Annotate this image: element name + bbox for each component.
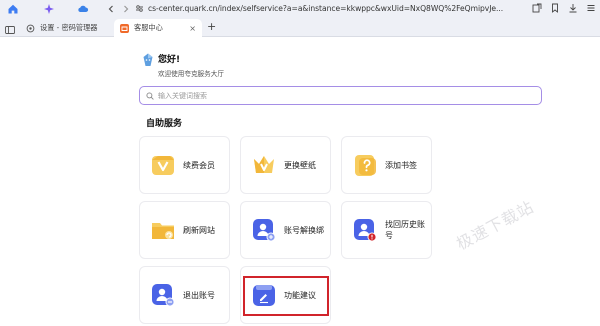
download-icon[interactable] xyxy=(567,2,578,13)
watermark: 极速下载站 xyxy=(453,196,538,254)
greeting-title: 您好! xyxy=(158,55,181,65)
site-settings-icon[interactable] xyxy=(134,4,144,14)
quark-favicon-icon xyxy=(120,23,129,33)
address-bar[interactable]: cs-center.quark.cn/index/selfservice?a=a… xyxy=(134,1,508,16)
service-card-refresh-site[interactable]: 刷新网站 xyxy=(139,201,230,259)
service-card-add-bookmark[interactable]: 添加书签 xyxy=(341,136,432,194)
bookmark-question-icon xyxy=(355,155,376,176)
service-card-logout[interactable]: 退出账号 xyxy=(139,266,230,324)
card-label: 更换壁纸 xyxy=(284,160,316,170)
settings-gear-icon xyxy=(26,24,35,33)
card-label: 刷新网站 xyxy=(183,225,215,235)
service-card-account-unbind[interactable]: 账号解换绑 xyxy=(240,201,331,259)
refresh-folder-icon xyxy=(152,223,174,239)
account-logout-icon xyxy=(152,284,175,307)
menu-icon[interactable] xyxy=(585,2,596,13)
tab-label: 设置 - 密码管理器 xyxy=(40,23,98,32)
greeting-block: 您好! 欢迎使用夸克服务大厅 xyxy=(142,52,224,78)
account-recover-icon xyxy=(354,219,377,242)
assistant-avatar-icon xyxy=(143,53,153,66)
greeting-subtitle: 欢迎使用夸克服务大厅 xyxy=(158,70,224,78)
cloud-icon[interactable] xyxy=(76,2,89,15)
crown-icon xyxy=(254,156,274,173)
screenshot-icon[interactable] xyxy=(531,2,542,13)
tab-customer-service[interactable]: 客服中心 × xyxy=(114,19,202,37)
tab-close-icon[interactable]: × xyxy=(189,24,196,33)
card-label: 续费会员 xyxy=(183,160,215,170)
vip-card-icon xyxy=(152,156,174,175)
highlight-box xyxy=(243,276,329,316)
tab-password-settings[interactable]: 设置 - 密码管理器 xyxy=(20,19,112,37)
new-tab-button[interactable]: + xyxy=(207,20,216,33)
section-title: 自助服务 xyxy=(146,119,183,129)
search-input[interactable] xyxy=(158,91,541,100)
service-card-renew-vip[interactable]: 续费会员 xyxy=(139,136,230,194)
search-icon xyxy=(146,91,154,100)
card-label: 找回历史账号 xyxy=(385,220,425,240)
back-icon[interactable] xyxy=(104,2,117,15)
home-icon[interactable] xyxy=(6,2,19,15)
service-card-recover-account[interactable]: 找回历史账号 xyxy=(341,201,432,259)
service-card-change-wallpaper[interactable]: 更换壁纸 xyxy=(240,136,331,194)
card-label: 添加书签 xyxy=(385,160,417,170)
tab-label: 客服中心 xyxy=(134,23,163,32)
bookmark-icon[interactable] xyxy=(549,2,560,13)
tabs-bar: 设置 - 密码管理器 客服中心 × + xyxy=(0,17,600,37)
url-text: cs-center.quark.cn/index/selfservice?a=a… xyxy=(148,4,504,13)
browser-toolbar: cs-center.quark.cn/index/selfservice?a=a… xyxy=(0,0,600,17)
card-label: 账号解换绑 xyxy=(284,225,324,235)
ai-assistant-icon[interactable] xyxy=(42,2,55,15)
sidebar-toggle-icon[interactable] xyxy=(4,21,16,34)
account-unbind-icon xyxy=(253,219,276,242)
card-label: 退出账号 xyxy=(183,290,215,300)
search-box[interactable] xyxy=(139,86,542,105)
forward-icon[interactable] xyxy=(119,2,132,15)
